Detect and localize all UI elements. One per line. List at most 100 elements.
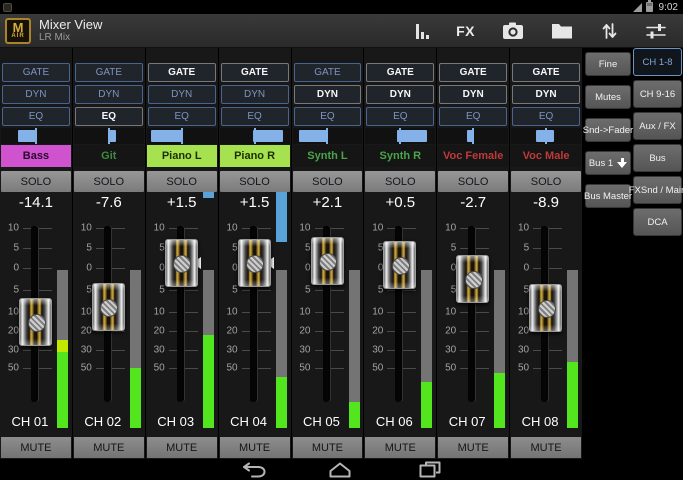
sidebar-button-bus-1[interactable]: Bus 1: [585, 151, 631, 175]
snapshot-camera-icon[interactable]: [502, 22, 524, 40]
fader-knob[interactable]: [529, 284, 562, 332]
fader-scale-label: 30: [76, 345, 92, 356]
fader-knob[interactable]: [19, 298, 52, 346]
eq-button[interactable]: EQ: [366, 107, 434, 126]
sidebar-button-dca[interactable]: DCA: [633, 208, 682, 236]
fader-knob[interactable]: [92, 283, 125, 331]
back-button[interactable]: [237, 460, 271, 479]
dyn-button[interactable]: DYN: [366, 85, 434, 104]
eq-button[interactable]: EQ: [148, 107, 216, 126]
sidebar-button-aux-fx[interactable]: Aux / FX: [633, 112, 682, 140]
channel-name[interactable]: Voc Male: [511, 145, 581, 167]
fader-scale-label: 20: [367, 326, 383, 337]
fader-scale-label: 0: [367, 263, 383, 274]
eq-button[interactable]: EQ: [221, 107, 289, 126]
dyn-button[interactable]: DYN: [439, 85, 507, 104]
level-meter: [349, 192, 360, 428]
dyn-button[interactable]: DYN: [2, 85, 70, 104]
recents-button[interactable]: [413, 460, 447, 479]
mute-button[interactable]: MUTE: [1, 437, 71, 458]
up-down-arrows-icon[interactable]: [600, 22, 618, 40]
pan-slider[interactable]: [74, 128, 144, 144]
solo-button[interactable]: SOLO: [220, 171, 290, 192]
mute-button[interactable]: MUTE: [365, 437, 435, 458]
home-button[interactable]: [323, 460, 357, 479]
sidebar-button-snd-fader[interactable]: Snd->Fader: [585, 118, 631, 142]
solo-button[interactable]: SOLO: [438, 171, 508, 192]
sidebar-column-right: CH 1-8 CH 9-16 Aux / FX Bus FXSnd / Main DCA: [633, 48, 682, 236]
mute-button[interactable]: MUTE: [74, 437, 144, 458]
solo-button[interactable]: SOLO: [511, 171, 581, 192]
level-meter: [494, 192, 505, 428]
fader-scale-label: 10: [513, 223, 529, 234]
meters-icon[interactable]: [416, 23, 429, 39]
pan-slider[interactable]: [438, 128, 508, 144]
channel-name[interactable]: Piano L: [147, 145, 217, 167]
fader-scale-label: 5: [440, 285, 456, 296]
sidebar-button-fine[interactable]: Fine: [585, 52, 631, 76]
channel-name[interactable]: Git: [74, 145, 144, 167]
fader-knob[interactable]: [383, 241, 416, 289]
fader-knob[interactable]: [238, 239, 271, 287]
pan-slider[interactable]: [293, 128, 363, 144]
eq-button[interactable]: EQ: [439, 107, 507, 126]
app-logo[interactable]: M AIR: [5, 18, 31, 44]
solo-button[interactable]: SOLO: [293, 171, 363, 192]
gate-button[interactable]: GATE: [294, 63, 362, 82]
sidebar-button-ch-1-8[interactable]: CH 1-8: [633, 48, 682, 76]
sidebar-button-mutes[interactable]: Mutes: [585, 85, 631, 109]
channel-name[interactable]: Voc Female: [438, 145, 508, 167]
pan-slider[interactable]: [147, 128, 217, 144]
meter-unlit-segment: [203, 270, 214, 335]
sidebar-button-fxsnd-main[interactable]: FXSnd / Main: [633, 176, 682, 204]
dyn-button[interactable]: DYN: [221, 85, 289, 104]
eq-button[interactable]: EQ: [294, 107, 362, 126]
fader-scale-label: 10: [3, 307, 19, 318]
fx-label: FX: [456, 23, 475, 39]
fader-knob[interactable]: [311, 237, 344, 285]
sidebar-button-ch-9-16[interactable]: CH 9-16: [633, 80, 682, 108]
mute-button[interactable]: MUTE: [438, 437, 508, 458]
channel-name[interactable]: Bass: [1, 145, 71, 167]
eq-button[interactable]: EQ: [2, 107, 70, 126]
gate-button[interactable]: GATE: [439, 63, 507, 82]
mute-button[interactable]: MUTE: [147, 437, 217, 458]
dyn-button[interactable]: DYN: [294, 85, 362, 104]
pan-slider[interactable]: [511, 128, 581, 144]
gate-button[interactable]: GATE: [366, 63, 434, 82]
solo-button[interactable]: SOLO: [147, 171, 217, 192]
fader-scale-label: 50: [149, 363, 165, 374]
gate-button[interactable]: GATE: [221, 63, 289, 82]
fader-knob[interactable]: [165, 239, 198, 287]
pan-slider[interactable]: [1, 128, 71, 144]
fader-track[interactable]: [468, 226, 475, 402]
mute-button[interactable]: MUTE: [293, 437, 363, 458]
dyn-button[interactable]: DYN: [148, 85, 216, 104]
sidebar-button-bus-master[interactable]: Bus Master: [585, 184, 631, 208]
channel-name[interactable]: Synth R: [365, 145, 435, 167]
solo-button[interactable]: SOLO: [1, 171, 71, 192]
solo-button[interactable]: SOLO: [365, 171, 435, 192]
fader-scale-label: 30: [3, 345, 19, 356]
mute-button[interactable]: MUTE: [220, 437, 290, 458]
gate-button[interactable]: GATE: [512, 63, 580, 82]
folder-icon[interactable]: [551, 22, 573, 39]
dyn-button[interactable]: DYN: [512, 85, 580, 104]
sidebar-button-bus[interactable]: Bus: [633, 144, 682, 172]
fader-knob[interactable]: [456, 255, 489, 303]
channel-name[interactable]: Piano R: [220, 145, 290, 167]
channel-name[interactable]: Synth L: [293, 145, 363, 167]
gate-button[interactable]: GATE: [2, 63, 70, 82]
fader-scale-label: 50: [513, 363, 529, 374]
pan-slider[interactable]: [365, 128, 435, 144]
eq-button[interactable]: EQ: [75, 107, 143, 126]
fx-button[interactable]: FX: [456, 23, 475, 39]
gate-button[interactable]: GATE: [75, 63, 143, 82]
settings-sliders-icon[interactable]: [645, 22, 667, 40]
dyn-button[interactable]: DYN: [75, 85, 143, 104]
mute-button[interactable]: MUTE: [511, 437, 581, 458]
solo-button[interactable]: SOLO: [74, 171, 144, 192]
gate-button[interactable]: GATE: [148, 63, 216, 82]
pan-slider[interactable]: [220, 128, 290, 144]
eq-button[interactable]: EQ: [512, 107, 580, 126]
